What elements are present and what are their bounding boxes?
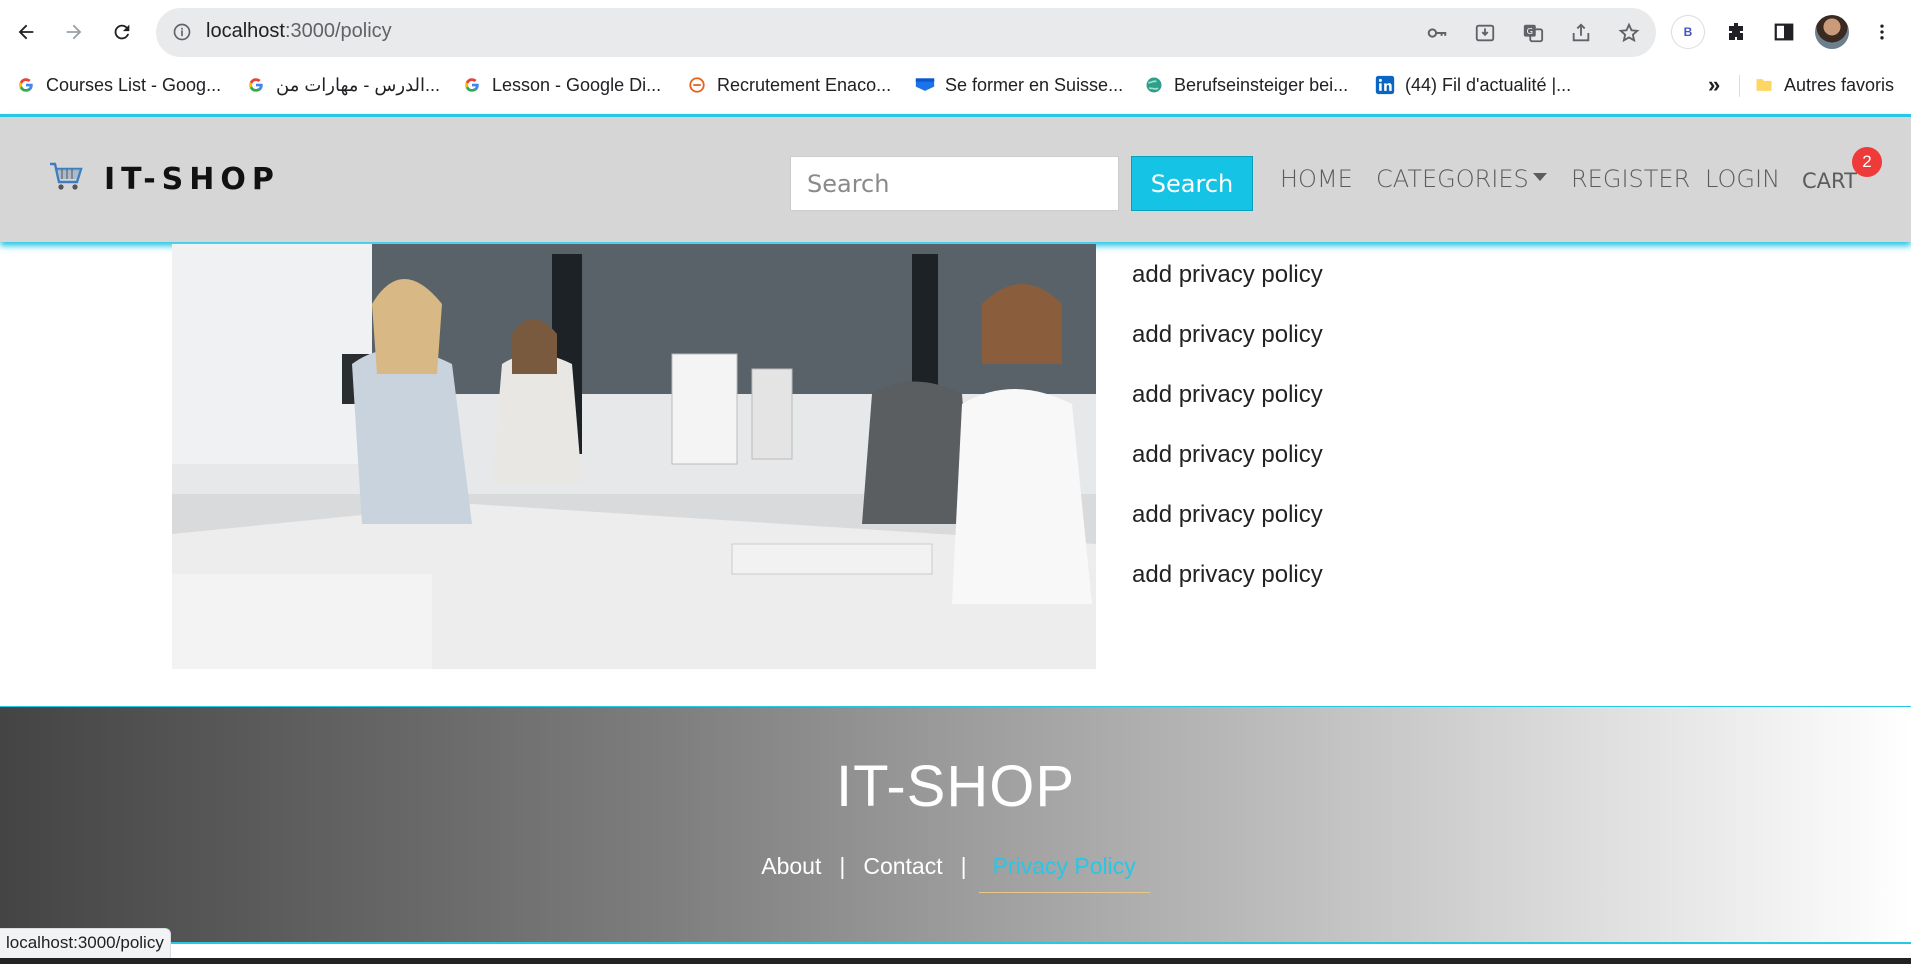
address-bar[interactable]: localhost:3000/policy G	[156, 8, 1656, 57]
brand-logo[interactable]: IT-SHOP	[48, 161, 280, 197]
flag-icon	[915, 75, 935, 95]
info-icon[interactable]	[172, 22, 192, 46]
bookmarks-bar: Courses List - Goog... الدرس - مهارات من…	[0, 65, 1911, 105]
avatar-icon	[1815, 15, 1849, 49]
cart-logo-icon	[48, 161, 84, 197]
extensions-icon[interactable]	[1718, 14, 1754, 50]
browser-toolbar: localhost:3000/policy G B	[0, 0, 1911, 65]
other-bookmarks-folder[interactable]: Autres favoris	[1754, 71, 1894, 99]
nav-home[interactable]: HOME	[1280, 165, 1353, 193]
bookmark-item[interactable]: Recrutement Enaco...	[687, 71, 891, 99]
profile-b-icon: B	[1671, 15, 1705, 49]
nav-login[interactable]: LOGIN	[1705, 165, 1780, 193]
star-icon[interactable]	[1616, 20, 1642, 46]
footer-links: About | Contact | Privacy Policy	[0, 853, 1911, 893]
site-header: IT-SHOP Search HOME CATEGORIES REGISTER …	[0, 114, 1911, 242]
install-icon[interactable]	[1472, 20, 1498, 46]
bookmark-item[interactable]: Courses List - Goog...	[16, 71, 221, 99]
google-icon	[246, 75, 266, 95]
forward-button[interactable]	[56, 14, 92, 50]
footer-separator: |	[960, 853, 967, 879]
bookmark-item[interactable]: Berufseinsteiger bei...	[1144, 71, 1348, 99]
bookmark-item[interactable]: Lesson - Google Di...	[462, 71, 661, 99]
linkedin-icon	[1375, 75, 1395, 95]
menu-icon[interactable]	[1864, 14, 1900, 50]
e-logo-icon	[687, 75, 707, 95]
policy-item: add privacy policy	[1132, 321, 1323, 348]
bookmark-item[interactable]: الدرس - مهارات من...	[246, 71, 440, 99]
caret-down-icon	[1532, 173, 1547, 181]
google-icon	[16, 75, 36, 95]
reload-icon	[114, 24, 130, 40]
profile-extension[interactable]: B	[1670, 14, 1706, 50]
policy-item: add privacy policy	[1132, 501, 1323, 528]
svg-text:G: G	[1527, 26, 1533, 36]
nav-cart[interactable]: CART	[1802, 169, 1857, 193]
bookmark-separator	[1739, 75, 1740, 97]
search-button[interactable]: Search	[1131, 156, 1253, 211]
folder-icon	[1754, 75, 1774, 95]
policy-list: add privacy policy add privacy policy ad…	[1132, 261, 1323, 621]
translate-icon[interactable]: G	[1520, 20, 1546, 46]
policy-item: add privacy policy	[1132, 561, 1323, 588]
profile-avatar[interactable]	[1814, 14, 1850, 50]
back-arrow-icon	[18, 24, 34, 40]
bookmark-item[interactable]: (44) Fil d'actualité |...	[1375, 71, 1571, 99]
hero-image	[172, 244, 1096, 669]
policy-item: add privacy policy	[1132, 441, 1323, 468]
search-input[interactable]	[790, 156, 1119, 211]
reload-button[interactable]	[104, 14, 140, 50]
window-bottom-edge	[0, 958, 1911, 964]
nav-register[interactable]: REGISTER	[1571, 165, 1690, 193]
brand-name: IT-SHOP	[104, 161, 280, 197]
policy-item: add privacy policy	[1132, 381, 1323, 408]
policy-item: add privacy policy	[1132, 261, 1323, 288]
nav-categories-dropdown[interactable]: CATEGORIES	[1376, 165, 1547, 193]
side-panel-icon[interactable]	[1766, 14, 1802, 50]
footer-separator: |	[839, 853, 846, 879]
footer-about-link[interactable]: About	[761, 853, 821, 893]
url-text: localhost:3000/policy	[206, 20, 392, 42]
key-icon[interactable]	[1424, 20, 1450, 46]
site-footer: IT-SHOP About | Contact | Privacy Policy	[0, 706, 1911, 944]
back-button[interactable]	[8, 14, 44, 50]
footer-contact-link[interactable]: Contact	[863, 853, 942, 893]
footer-privacy-link[interactable]: Privacy Policy	[978, 853, 1150, 893]
status-bar-url: localhost:3000/policy	[0, 928, 171, 958]
google-icon	[462, 75, 482, 95]
forward-arrow-icon	[66, 24, 82, 40]
globe-icon	[1144, 75, 1164, 95]
more-bookmarks-button[interactable]: »	[1708, 71, 1720, 99]
share-icon[interactable]	[1568, 20, 1594, 46]
bookmark-item[interactable]: Se former en Suisse...	[915, 71, 1123, 99]
footer-title: IT-SHOP	[835, 754, 1076, 819]
cart-count-badge: 2	[1852, 147, 1882, 177]
